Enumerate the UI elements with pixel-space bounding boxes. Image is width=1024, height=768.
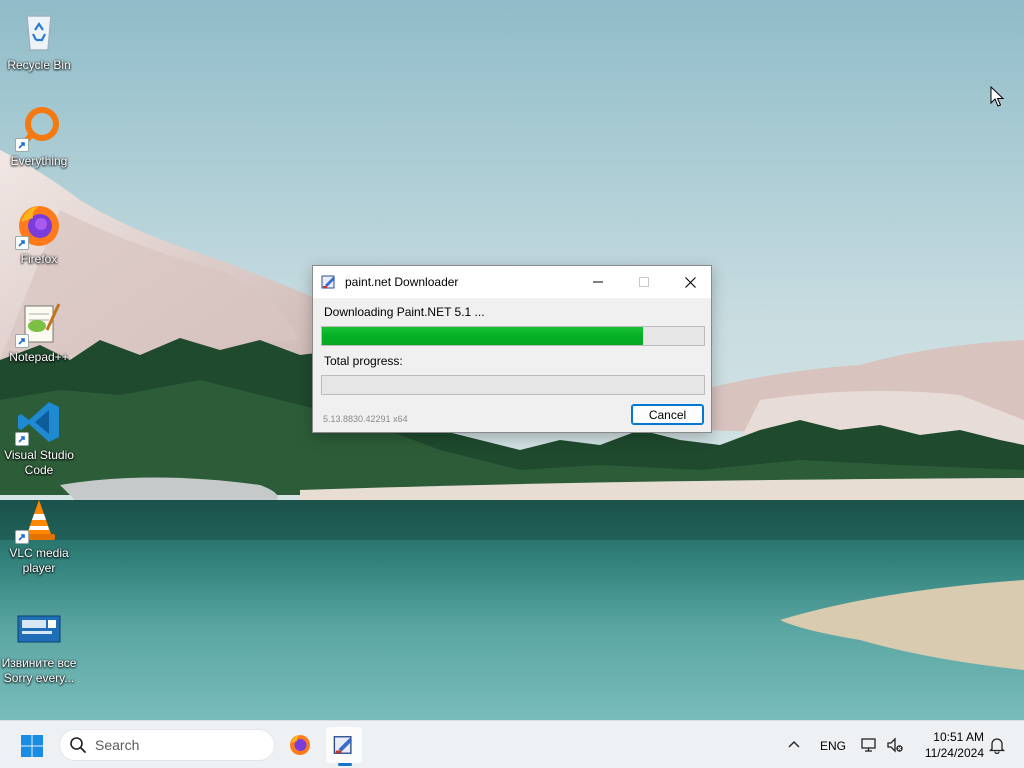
download-progress-bar [321, 326, 705, 346]
paintnet-icon [321, 275, 335, 289]
version-text: 5.13.8830.42291 x64 [323, 414, 408, 424]
desktop-icon-label: Recycle Bin [7, 58, 71, 72]
firefox-icon [15, 202, 63, 250]
mouse-cursor-icon [990, 86, 1004, 107]
clock-date: 11/24/2024 [924, 746, 984, 760]
shortcut-arrow-icon [15, 432, 29, 446]
everything-search-icon [15, 104, 63, 152]
vlc-icon [15, 496, 63, 544]
close-icon [684, 276, 696, 288]
maximize-button [621, 266, 667, 298]
downloader-dialog: paint.net Downloader Downloading Paint.N… [312, 265, 712, 433]
total-progress-bar [321, 375, 705, 395]
taskbar-search-box[interactable]: Search [59, 729, 275, 761]
notepadpp-icon [15, 300, 63, 348]
desktop-icon-vlc[interactable]: VLC media player [0, 496, 78, 576]
start-windows-icon[interactable] [20, 734, 44, 758]
notification-bell-icon[interactable] [988, 736, 1006, 754]
desktop-icon-label: Извините все Sorry every... [1, 656, 77, 685]
desktop-icon-sorry-file[interactable]: Извините все Sorry every... [0, 606, 78, 686]
taskbar-app-firefox[interactable] [282, 727, 318, 763]
firefox-icon [290, 735, 310, 755]
minimize-button[interactable] [575, 266, 621, 298]
clock-time: 10:51 AM [933, 730, 984, 744]
search-icon [70, 737, 86, 753]
desktop-icon-label: Visual Studio Code [4, 448, 74, 477]
total-progress-label: Total progress: [324, 354, 403, 368]
minimize-icon [593, 281, 603, 283]
desktop-icon-label: Firefox [20, 252, 58, 266]
recycle-bin-icon [15, 8, 63, 56]
active-app-indicator [338, 763, 352, 766]
desktop-icon-notepadpp[interactable]: Notepad++ [0, 300, 78, 365]
taskbar: Search ENG 10:51 AM 11/24/2024 [0, 720, 1024, 768]
chevron-up-icon[interactable] [786, 737, 802, 753]
vscode-icon [15, 398, 63, 446]
desktop-icon-label: Everything [10, 154, 68, 168]
sorry-image-icon [15, 606, 63, 654]
shortcut-arrow-icon [15, 334, 29, 348]
desktop-icon-label: Notepad++ [9, 350, 69, 364]
taskbar-app-paintnet-downloader[interactable] [326, 727, 362, 763]
network-icon[interactable] [860, 736, 878, 754]
download-progress-fill [322, 327, 643, 345]
language-indicator[interactable]: ENG [820, 739, 846, 753]
close-button[interactable] [667, 266, 713, 298]
search-placeholder: Search [95, 737, 140, 753]
paintnet-icon [333, 736, 353, 754]
desktop-icon-label: VLC media player [9, 546, 69, 575]
shortcut-arrow-icon [15, 530, 29, 544]
maximize-icon [639, 277, 649, 287]
dialog-title: paint.net Downloader [345, 275, 459, 289]
desktop-icon-vscode[interactable]: Visual Studio Code [0, 398, 78, 478]
shortcut-arrow-icon [15, 236, 29, 250]
desktop-icon-recycle-bin[interactable]: Recycle Bin [0, 8, 78, 73]
desktop-icon-everything[interactable]: Everything [0, 104, 78, 169]
desktop-icon-firefox[interactable]: Firefox [0, 202, 78, 267]
shortcut-arrow-icon [15, 138, 29, 152]
volume-muted-icon[interactable] [886, 736, 904, 754]
download-status-text: Downloading Paint.NET 5.1 ... [324, 305, 485, 319]
dialog-titlebar[interactable]: paint.net Downloader [313, 266, 711, 298]
cancel-button[interactable]: Cancel [631, 404, 704, 425]
system-clock[interactable]: 10:51 AM 11/24/2024 [912, 729, 984, 761]
